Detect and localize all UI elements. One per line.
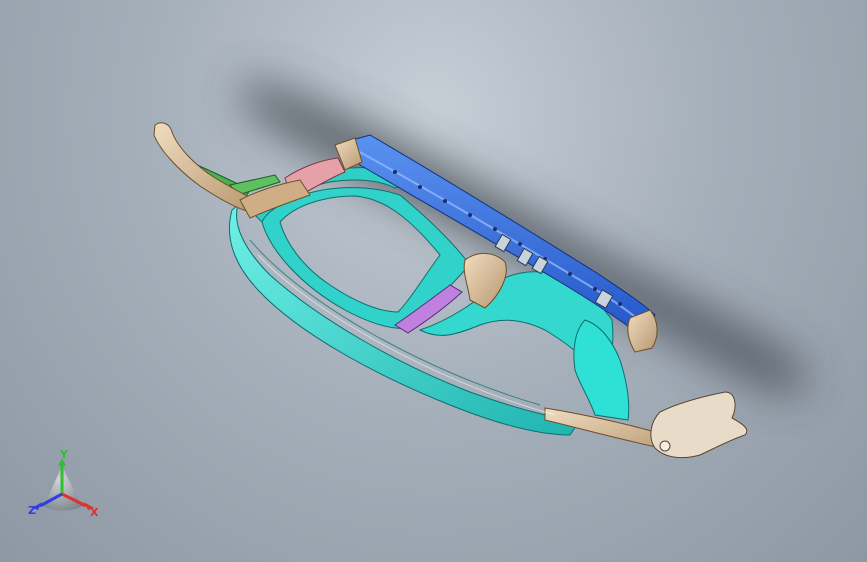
coordinate-triad: Y X Z: [28, 448, 99, 519]
right-end-mount-hole: [659, 440, 671, 452]
left-bracket-arm[interactable]: [153, 122, 256, 213]
3d-model-view[interactable]: [0, 0, 867, 562]
z-axis-label: Z: [28, 504, 36, 517]
graphics-viewport[interactable]: Y X Z: [0, 0, 867, 562]
right-pillar[interactable]: [573, 319, 630, 421]
y-axis-label: Y: [59, 448, 69, 461]
x-axis-label: X: [90, 506, 99, 519]
